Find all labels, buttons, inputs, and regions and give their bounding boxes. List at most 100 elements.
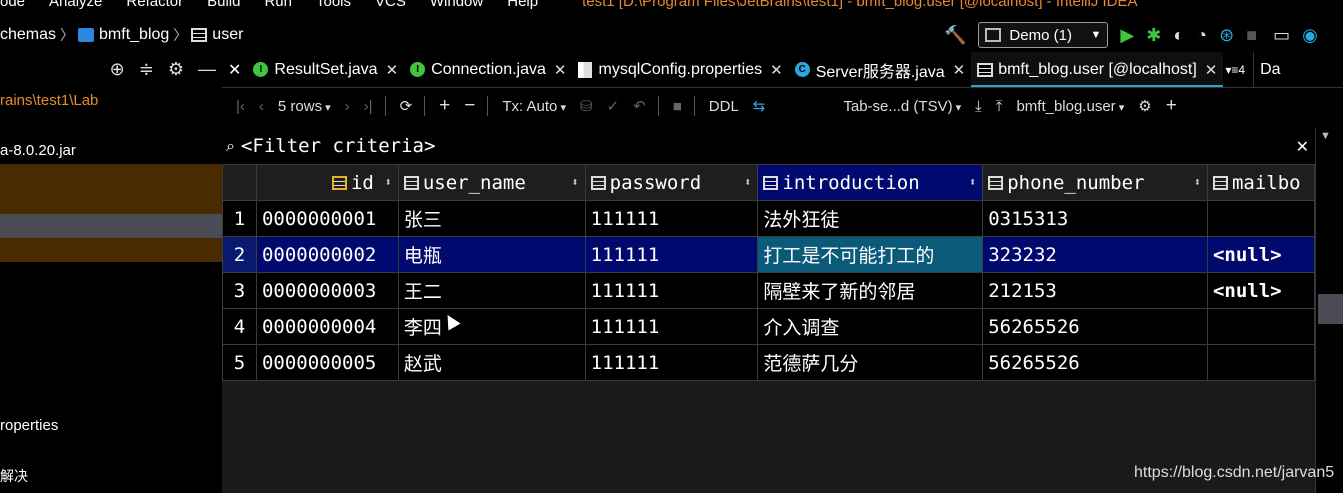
cell-introduction[interactable]: 介入调查 (757, 308, 984, 345)
stop-icon[interactable]: ■ (673, 98, 682, 115)
stop-icon[interactable]: ■ (1246, 26, 1257, 44)
cell-introduction[interactable]: 范德萨几分 (757, 344, 984, 381)
cell-password[interactable]: 111111 (584, 272, 759, 309)
sort-icon[interactable]: ⬍ (571, 175, 578, 189)
cell-user-name[interactable]: 李四 (397, 308, 586, 345)
cell-phone-number[interactable]: 56265526 (982, 308, 1208, 345)
cell-password[interactable]: 111111 (584, 236, 759, 273)
column-header-mailbox[interactable]: mailbo (1206, 164, 1315, 201)
hammer-build-icon[interactable]: 🔨 (944, 26, 966, 44)
tab-overflow-button[interactable]: ▾≡ 4 (1223, 52, 1247, 87)
export-format-select[interactable]: Tab-se...d (TSV) (843, 98, 961, 115)
close-icon[interactable]: ✕ (554, 61, 567, 79)
cell-id[interactable]: 0000000003 (255, 272, 399, 309)
rollback-icon[interactable]: ↶ (633, 97, 646, 115)
tab-bmft-blog-user[interactable]: bmft_blog.user [@localhost] ✕ (971, 52, 1224, 87)
menu-tools[interactable]: Tools (316, 0, 351, 10)
gear-icon[interactable]: ⚙ (1138, 97, 1151, 115)
close-icon[interactable]: ✕ (386, 61, 399, 79)
project-item[interactable]: 解决 (0, 466, 222, 486)
download-icon[interactable]: ⤓ (975, 98, 982, 115)
project-highlight-row[interactable] (0, 238, 222, 262)
cell-id[interactable]: 0000000002 (255, 236, 399, 273)
refresh-icon[interactable]: ⟳ (400, 97, 413, 115)
table-row[interactable]: 4 0000000004 李四 111111 介入调查 56265526 (222, 308, 1315, 345)
tab-server[interactable]: C Server服务器.java ✕ (789, 52, 972, 87)
schema-select[interactable]: bmft_blog.user (1016, 98, 1124, 115)
close-icon[interactable]: ✕ (222, 52, 247, 87)
cell-mailbox[interactable] (1206, 200, 1315, 237)
cell-introduction[interactable]: 隔壁来了新的邻居 (757, 272, 984, 309)
row-number[interactable]: 4 (222, 308, 257, 345)
delete-row-icon[interactable]: − (464, 95, 475, 117)
close-icon[interactable]: ✕ (1296, 137, 1309, 156)
cell-introduction[interactable]: 打工是不可能打工的 (757, 236, 984, 273)
run-config-select[interactable]: Demo (1) ▼ (978, 22, 1109, 48)
update-icon[interactable]: ⊛ (1219, 26, 1234, 44)
column-header-phone-number[interactable]: phone_number ⬍ (982, 164, 1208, 201)
first-page-icon[interactable]: |‹ (236, 98, 245, 115)
close-icon[interactable]: ✕ (953, 61, 966, 79)
sort-icon[interactable]: ⬍ (969, 175, 976, 189)
menu-analyze[interactable]: Analyze (49, 0, 102, 10)
cell-user-name[interactable]: 赵武 (397, 344, 586, 381)
cell-phone-number[interactable]: 212153 (982, 272, 1208, 309)
add-icon[interactable]: + (1166, 95, 1177, 117)
compare-icon[interactable]: ⇆ (753, 97, 766, 115)
sort-icon[interactable]: ⬍ (744, 175, 751, 189)
table-row[interactable]: 5 0000000005 赵武 111111 范德萨几分 56265526 (222, 344, 1315, 381)
previous-page-icon[interactable]: ‹ (259, 98, 264, 115)
cell-password[interactable]: 111111 (584, 308, 759, 345)
cell-mailbox[interactable] (1206, 308, 1315, 345)
collapse-arrow-icon[interactable]: ▼ (1320, 130, 1331, 142)
cell-phone-number[interactable]: 0315313 (982, 200, 1208, 237)
profile-icon[interactable]: ◔ (1196, 26, 1207, 44)
minimize-icon[interactable]: — (198, 59, 216, 80)
table-row[interactable]: 3 0000000003 王二 111111 隔壁来了新的邻居 212153 <… (222, 272, 1315, 309)
window-icon[interactable]: ▭ (1273, 26, 1290, 44)
last-page-icon[interactable]: ›| (364, 98, 373, 115)
row-number[interactable]: 3 (222, 272, 257, 309)
database-tool-tab[interactable]: Da (1253, 52, 1286, 87)
cell-password[interactable]: 111111 (584, 344, 759, 381)
menu-help[interactable]: Help (507, 0, 538, 10)
breadcrumb-schemas[interactable]: chemas (0, 26, 56, 44)
db-icon[interactable]: ⛁ (580, 97, 593, 115)
coverage-icon[interactable]: ◐ (1173, 26, 1184, 44)
project-highlight-row[interactable] (0, 164, 222, 214)
row-number[interactable]: 1 (222, 200, 257, 237)
column-header-user-name[interactable]: user_name ⬍ (397, 164, 586, 201)
project-path[interactable]: rains\test1\Lab (0, 92, 222, 109)
upload-icon[interactable]: ⤒ (996, 98, 1003, 115)
collapse-icon[interactable]: ≑ (139, 59, 154, 80)
project-jar-item[interactable]: a-8.0.20.jar (0, 142, 222, 159)
column-header-introduction[interactable]: introduction ⬍ (757, 164, 984, 201)
menu-window[interactable]: Window (430, 0, 483, 10)
tab-mysqlconfig[interactable]: mysqlConfig.properties ✕ (572, 52, 788, 87)
filter-input[interactable]: <Filter criteria> (241, 135, 435, 157)
cell-id[interactable]: 0000000004 (255, 308, 399, 345)
cell-id[interactable]: 0000000005 (255, 344, 399, 381)
add-row-icon[interactable]: + (439, 95, 450, 117)
rows-count-select[interactable]: 5 rows (278, 98, 331, 115)
commit-icon[interactable]: ✓ (607, 97, 620, 115)
tab-connection[interactable]: I Connection.java ✕ (404, 52, 572, 87)
column-header-password[interactable]: password ⬍ (584, 164, 759, 201)
search-everywhere-icon[interactable]: ◉ (1302, 26, 1318, 44)
project-properties-item[interactable]: roperties (0, 417, 222, 434)
cell-password[interactable]: 111111 (584, 200, 759, 237)
row-number-header[interactable] (222, 164, 257, 201)
row-number[interactable]: 5 (222, 344, 257, 381)
project-selected-row[interactable] (0, 214, 222, 238)
sort-icon[interactable]: ⬍ (1194, 175, 1201, 189)
debug-icon[interactable]: ✱ (1146, 26, 1161, 44)
table-row[interactable]: 2 0000000002 电瓶 111111 打工是不可能打工的 323232 … (222, 236, 1315, 273)
menu-build[interactable]: Build (207, 0, 240, 10)
next-page-icon[interactable]: › (345, 98, 350, 115)
row-number[interactable]: 2 (222, 236, 257, 273)
cell-introduction[interactable]: 法外狂徒 (757, 200, 984, 237)
cell-mailbox[interactable]: <null> (1206, 272, 1315, 309)
column-header-id[interactable]: id ⬍ (255, 164, 399, 201)
breadcrumb-bmft-blog[interactable]: bmft_blog (99, 26, 169, 44)
table-row[interactable]: 1 0000000001 张三 111111 法外狂徒 0315313 (222, 200, 1315, 237)
